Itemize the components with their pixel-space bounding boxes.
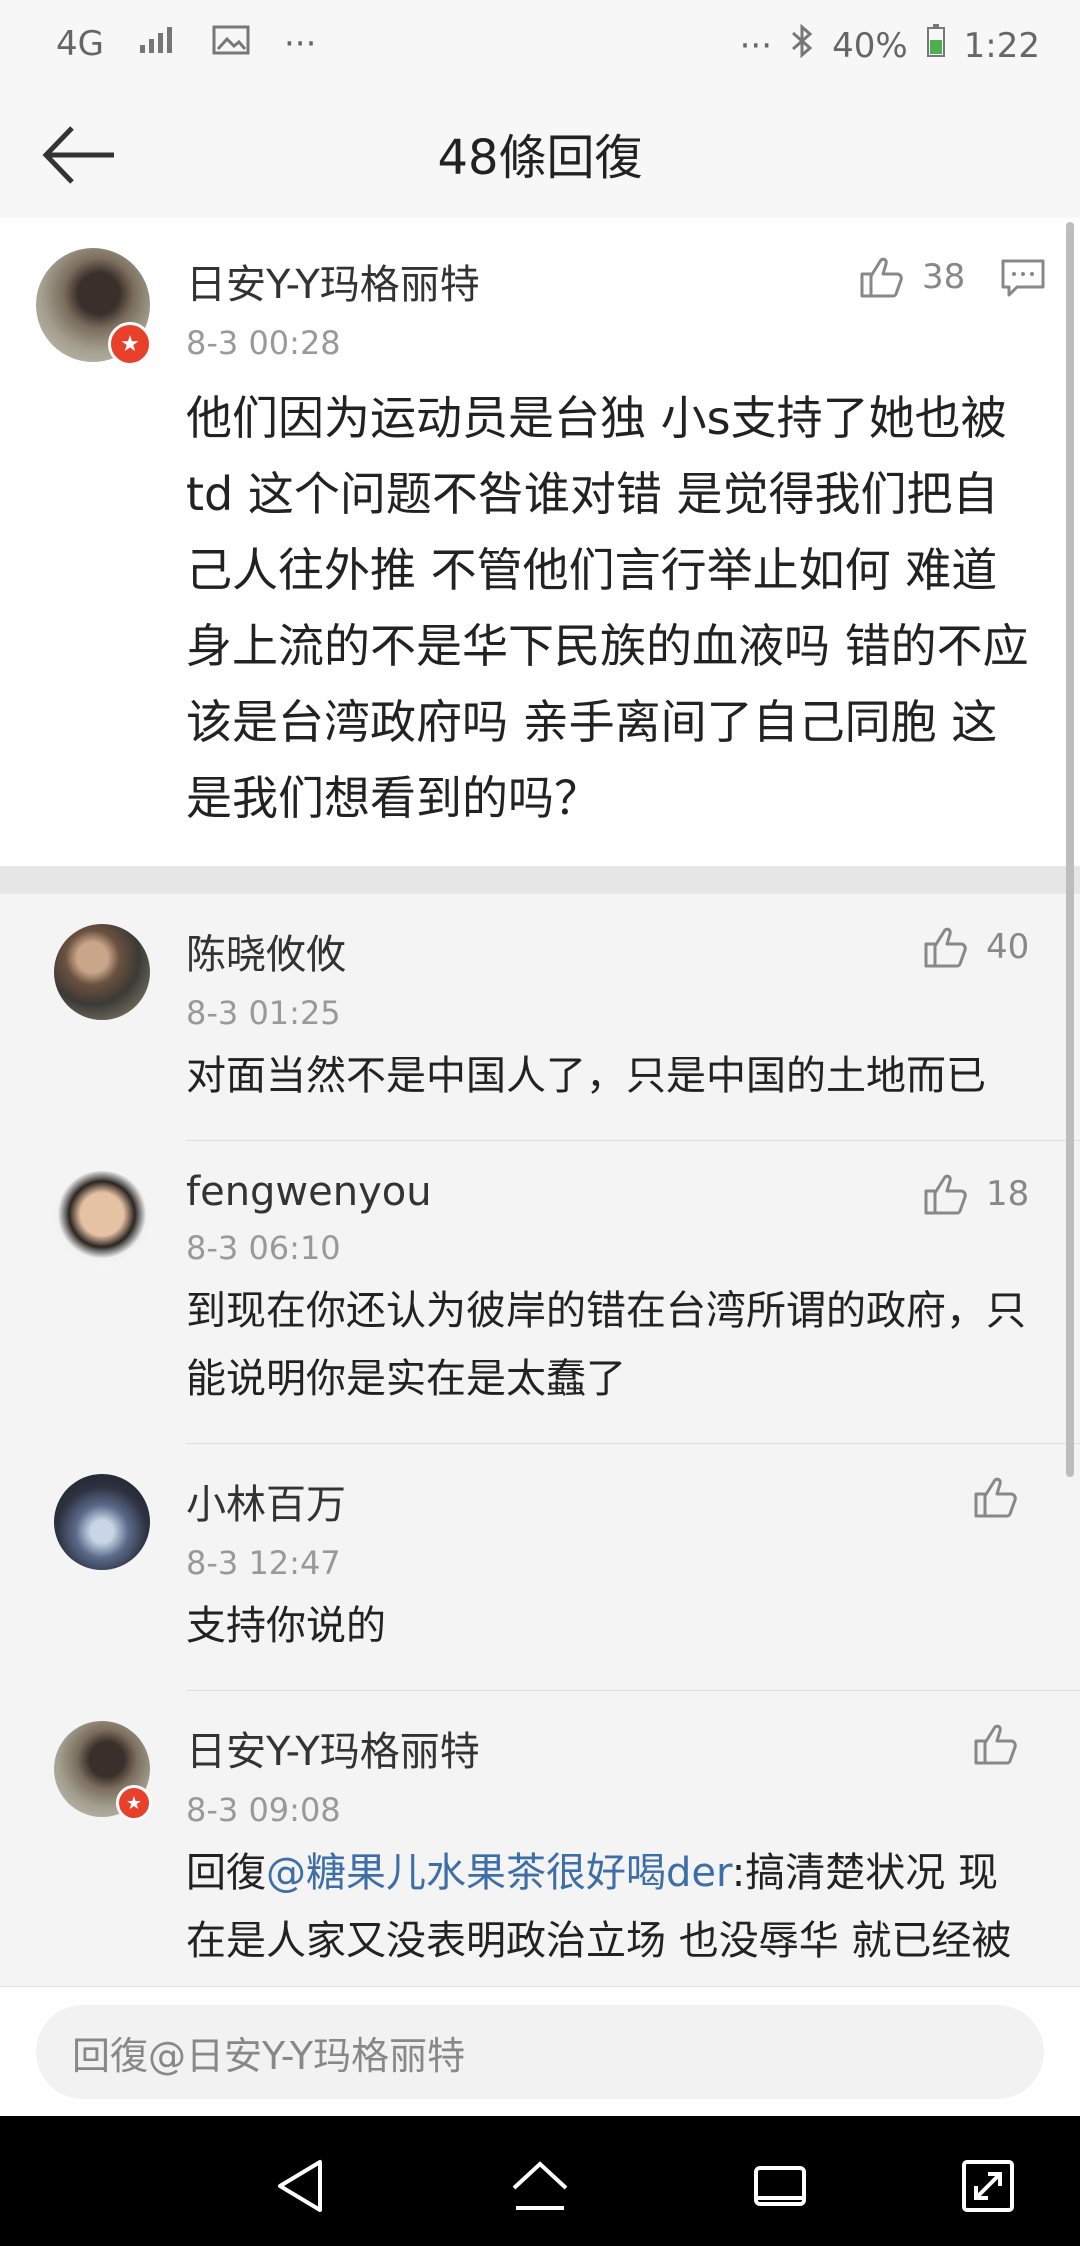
comment-text: 支持你说的 [186,1603,386,1649]
recents-icon [754,2166,806,2206]
reply-button[interactable] [1000,258,1046,302]
reply-item: 18 fengwenyou 8-3 06:10 到现在你还认为彼岸的错在台湾所谓… [0,1141,1080,1444]
thumbs-up-icon [924,927,967,968]
mention-link[interactable]: @糖果儿水果茶很好喝der [266,1850,732,1896]
timestamp: 8-3 06:10 [186,1229,341,1267]
section-divider [0,866,1080,894]
reply-item: 小林百万 8-3 12:47 支持你说的 [0,1444,1080,1691]
system-nav-bar [0,2116,1080,2246]
scrollbar[interactable] [1066,222,1074,1477]
gallery-icon [212,24,250,64]
comment-icon [1001,259,1045,297]
nav-back-button[interactable] [270,2154,334,2218]
verified-badge-icon: ★ [108,322,152,366]
nav-expand-button[interactable] [956,2154,1020,2218]
like-button[interactable] [972,1474,1020,1520]
comment-thread[interactable]: ★ 38 日安Y-Y玛格丽特 8-3 00:28 他们因为运动员是台独 小s支持… [0,218,1080,1986]
avatar[interactable] [54,924,150,1020]
expand-icon [962,2160,1014,2212]
timestamp: 8-3 00:28 [186,324,341,362]
status-bar: 4G ··· ··· 40% 1:22 [0,0,1080,90]
timestamp: 8-3 12:47 [186,1544,341,1582]
username[interactable]: 日安Y-Y玛格丽特 [186,1719,1030,1777]
like-count: 38 [922,257,966,297]
like-count: 40 [986,927,1030,967]
nav-home-button[interactable] [508,2154,572,2218]
comment-text: 对面当然不是中国人了，只是中国的土地而已 [186,1053,986,1099]
reply-item: ★ 日安Y-Y玛格丽特 8-3 09:08 回復@糖果儿水果茶很好喝der:搞清… [0,1691,1080,1986]
status-more: ··· [739,25,773,66]
main-comment: ★ 38 日安Y-Y玛格丽特 8-3 00:28 他们因为运动员是台独 小s支持… [0,218,1080,866]
reply-prefix: 回復 [186,1850,266,1896]
like-count: 18 [986,1174,1030,1214]
comment-text: 到现在你还认为彼岸的错在台湾所谓的政府，只能说明你是实在是太蠢了 [186,1288,1026,1402]
bluetooth-icon [790,23,814,67]
thumbs-up-icon [924,1174,967,1215]
username[interactable]: 小林百万 [186,1472,1030,1530]
like-button[interactable]: 18 [922,1171,1029,1217]
avatar[interactable] [54,1474,150,1570]
notification-more: ··· [283,24,317,64]
like-button[interactable]: 38 [858,254,965,300]
avatar[interactable] [54,1171,150,1267]
comment-text: 回復@糖果儿水果茶很好喝der:搞清楚状况 现在是人家又没表明政治立场 也没辱华… [186,1839,1030,1986]
battery-icon [926,24,946,67]
like-button[interactable] [972,1721,1020,1767]
timestamp: 8-3 01:25 [186,994,341,1032]
verified-badge-icon: ★ [116,1785,152,1821]
thumbs-up-icon [974,1477,1017,1518]
header-bar: 48條回復 [0,90,1080,219]
username[interactable]: 陈晓攸攸 [186,922,1030,980]
network-type: 4G [56,24,104,64]
home-icon [512,2161,568,2210]
like-button[interactable]: 40 [922,924,1029,970]
reply-item: 40 陈晓攸攸 8-3 01:25 对面当然不是中国人了，只是中国的土地而已 [0,894,1080,1141]
timestamp: 8-3 09:08 [186,1791,341,1829]
thumbs-up-icon [860,257,903,298]
battery-percent: 40% [832,25,908,66]
nav-recents-button[interactable] [748,2154,812,2218]
page-title: 48條回復 [437,130,643,186]
comment-text: 他们因为运动员是台独 小s支持了她也被td 这个问题不咎谁对错 是觉得我们把自己… [186,391,1029,825]
signal-icon [138,24,178,64]
triangle-back-icon [278,2160,322,2212]
reply-input[interactable]: 回復@日安Y-Y玛格丽特 [36,2005,1044,2099]
username[interactable]: fengwenyou [186,1169,1030,1215]
reply-input-bar: 回復@日安Y-Y玛格丽特 [0,1986,1080,2117]
thumbs-up-icon [974,1724,1017,1765]
clock: 1:22 [963,25,1040,66]
